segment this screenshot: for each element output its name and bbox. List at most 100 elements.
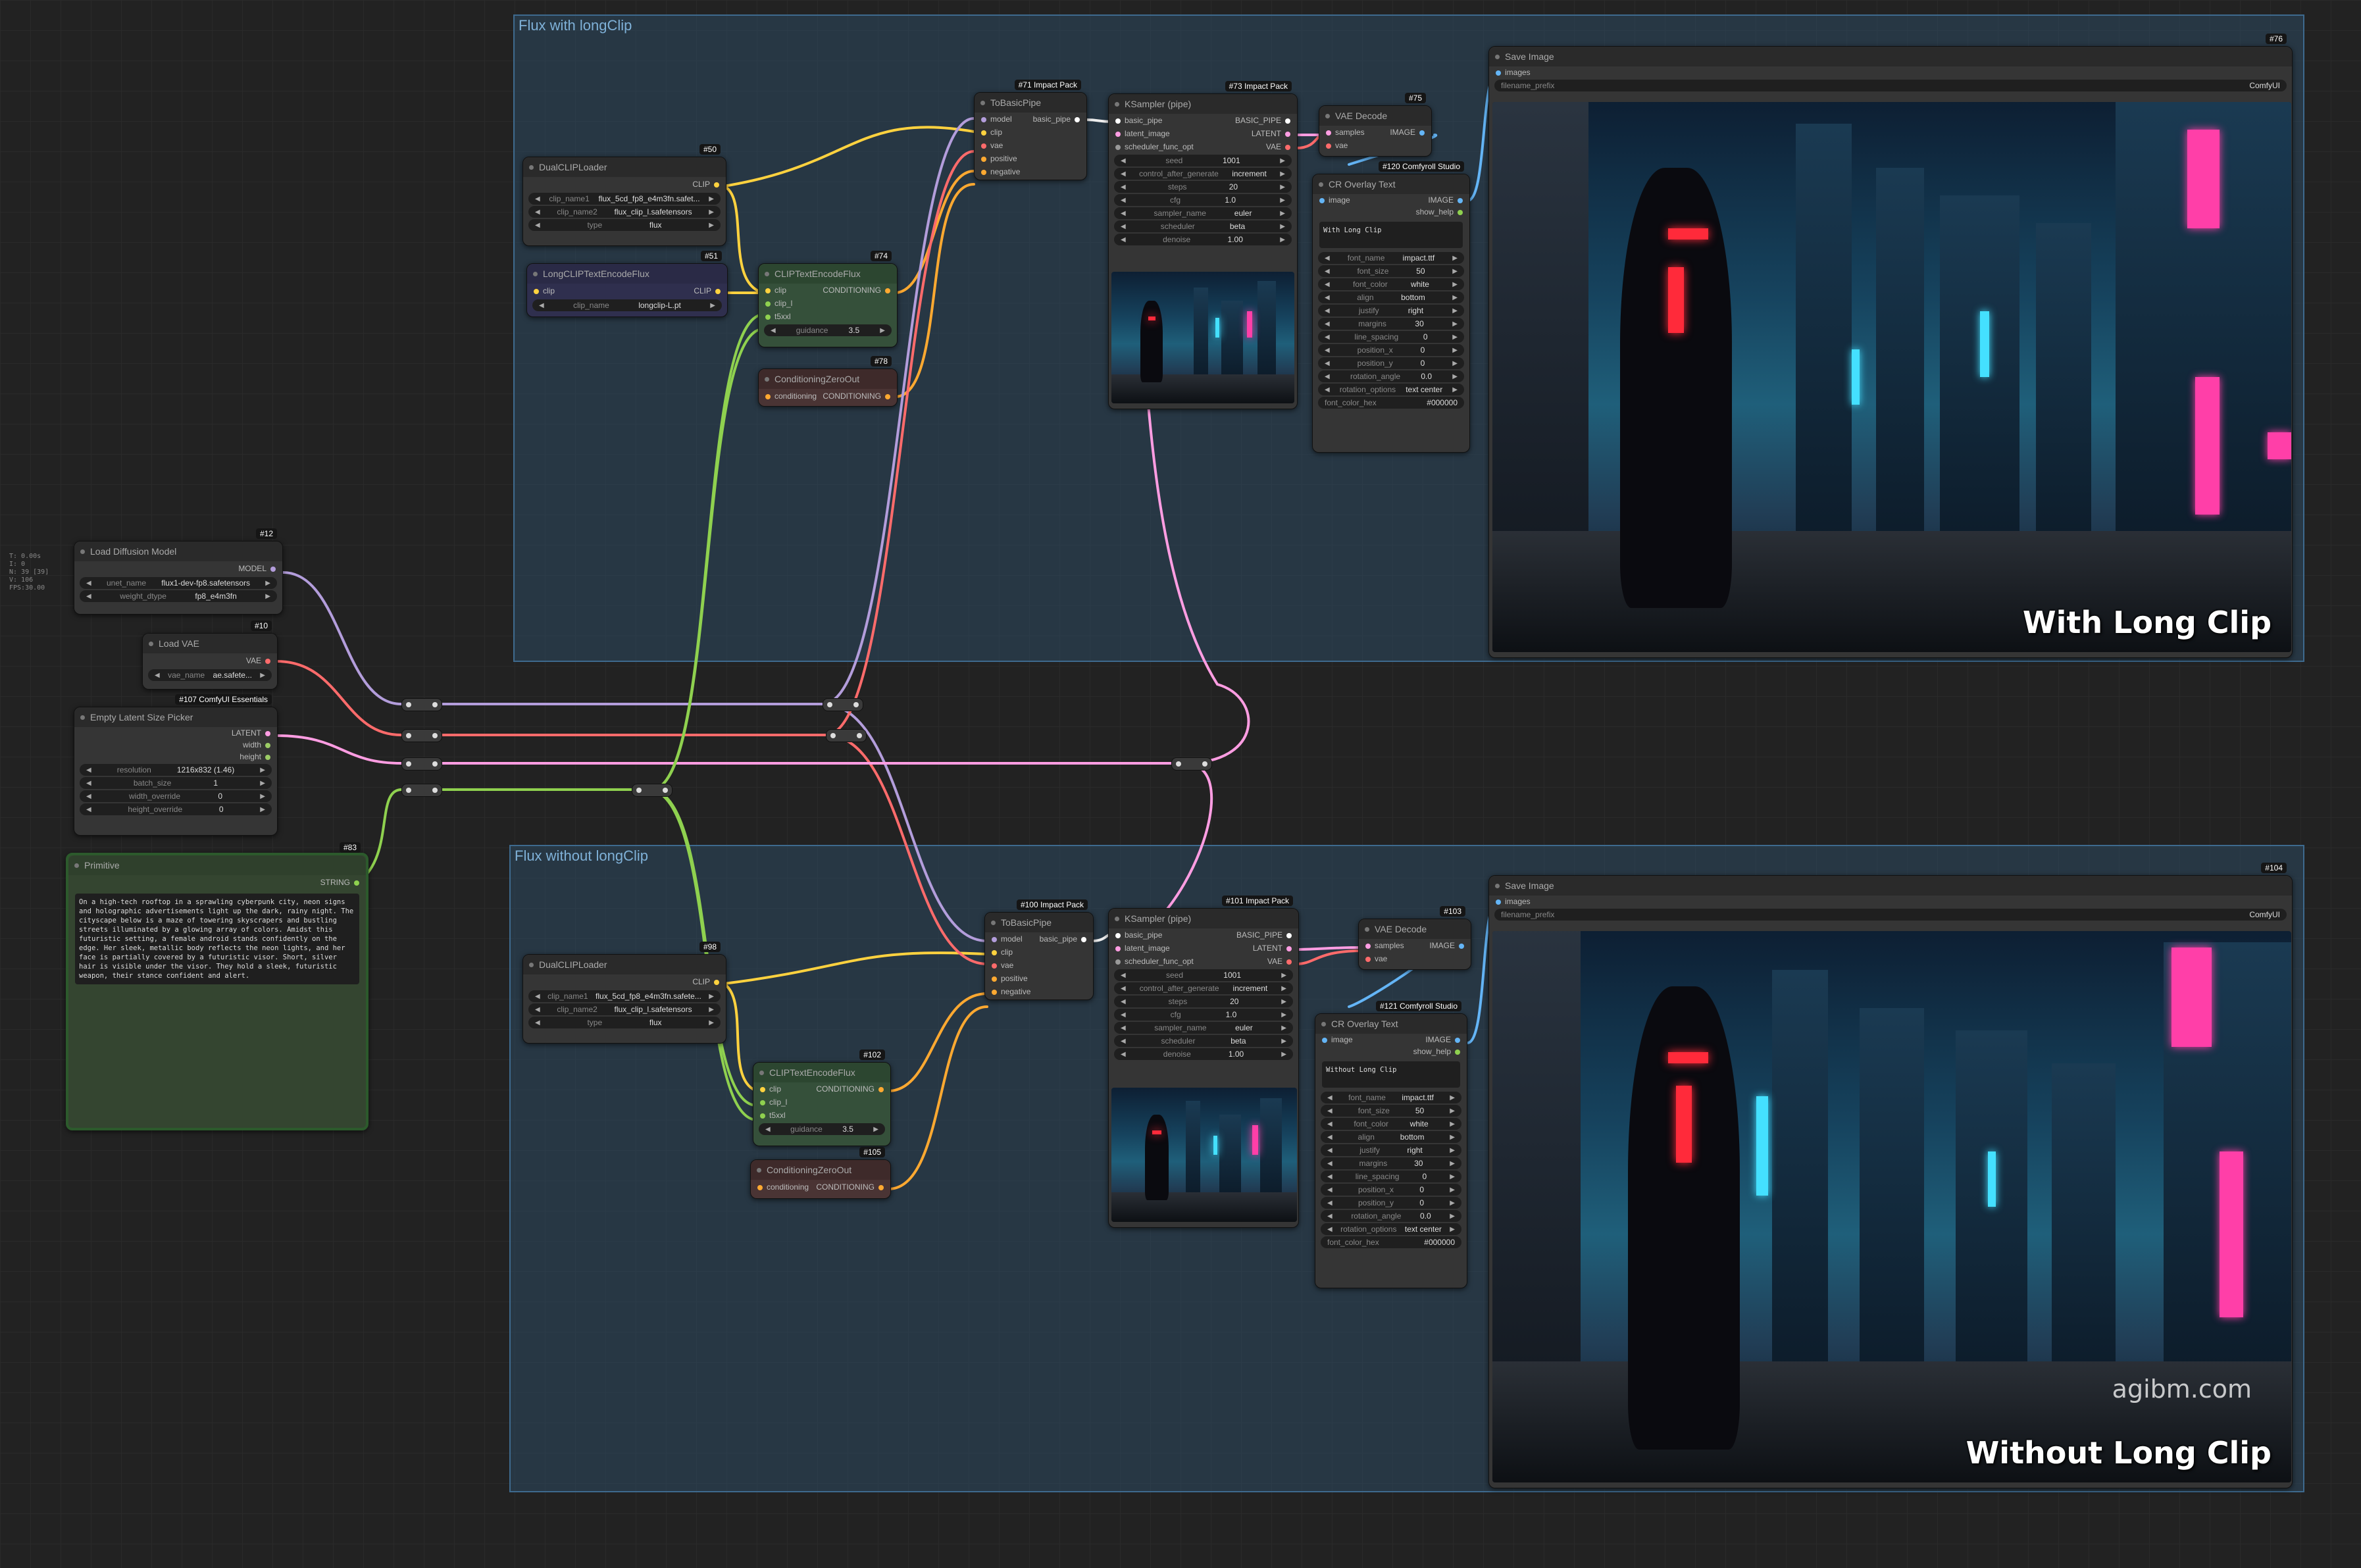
node-title[interactable]: KSampler (pipe) [1109, 909, 1298, 928]
node-load-diffusion-model[interactable]: #12 Load Diffusion Model MODEL ◀ unet_nam… [74, 528, 283, 615]
right-arrow-icon[interactable]: ▶ [1281, 1051, 1286, 1058]
node-cr-overlay-text[interactable]: #120 Comfyroll Studio CR Overlay Text im… [1312, 161, 1470, 453]
widget-clip-name1[interactable]: ◀ clip_name1 flux_5cd_fp8_e4m3fn.safete...… [528, 990, 721, 1002]
left-arrow-icon[interactable]: ◀ [86, 806, 91, 813]
widget-clip-name[interactable]: ◀ clip_name longclip-L.pt ▶ [532, 299, 722, 311]
widget-denoise[interactable]: ◀ denoise 1.00 ▶ [1114, 234, 1292, 245]
output-show-help[interactable]: show_help [1416, 207, 1463, 216]
right-arrow-icon[interactable]: ▶ [1452, 320, 1458, 328]
node-title[interactable]: DualCLIPLoader [523, 955, 726, 974]
node-dual-clip-loader[interactable]: #98 DualCLIPLoader CLIP ◀ clip_name1 flux_… [522, 942, 726, 1044]
input-vae[interactable]: vae [992, 961, 1013, 970]
widget-scheduler[interactable]: ◀ scheduler beta ▶ [1114, 1035, 1293, 1047]
left-arrow-icon[interactable]: ◀ [539, 302, 544, 309]
node-load-vae[interactable]: #10 Load VAE VAE ◀ vae_name ae.safete... ▶ [142, 620, 278, 690]
output-vae[interactable]: VAE [1267, 957, 1292, 966]
input-clip[interactable]: clip [765, 286, 786, 295]
right-arrow-icon[interactable]: ▶ [1450, 1160, 1455, 1167]
widget-font-size[interactable]: ◀ font_size 50 ▶ [1318, 265, 1464, 277]
input-vae[interactable]: vae [1326, 141, 1348, 150]
input-image[interactable]: image [1319, 195, 1350, 205]
left-arrow-icon[interactable]: ◀ [1327, 1147, 1333, 1154]
right-arrow-icon[interactable]: ▶ [1281, 972, 1286, 979]
right-arrow-icon[interactable]: ▶ [709, 222, 714, 229]
right-arrow-icon[interactable]: ▶ [709, 993, 714, 1000]
widget-control-after-generate[interactable]: ◀ control_after_generate increment ▶ [1114, 168, 1292, 180]
left-arrow-icon[interactable]: ◀ [535, 993, 540, 1000]
right-arrow-icon[interactable]: ▶ [260, 780, 265, 787]
node-vae-decode[interactable]: #103 VAE Decode samples IMAGE vae [1358, 906, 1471, 970]
reroute-node[interactable] [401, 698, 442, 711]
node-to-basic-pipe[interactable]: #71 Impact Pack ToBasicPipe model basic_p… [974, 80, 1087, 180]
input-positive[interactable]: positive [992, 974, 1028, 983]
widget-seed[interactable]: ◀ seed 1001 ▶ [1114, 155, 1292, 166]
widget-position-y[interactable]: ◀ position_y 0 ▶ [1318, 357, 1464, 369]
right-arrow-icon[interactable]: ▶ [1452, 334, 1458, 341]
node-title[interactable]: CR Overlay Text [1313, 174, 1469, 194]
left-arrow-icon[interactable]: ◀ [86, 793, 91, 800]
right-arrow-icon[interactable]: ▶ [1281, 1024, 1286, 1032]
left-arrow-icon[interactable]: ◀ [86, 780, 91, 787]
widget-rotation-angle[interactable]: ◀ rotation_angle 0.0 ▶ [1318, 370, 1464, 382]
reroute-node[interactable] [823, 698, 863, 711]
right-arrow-icon[interactable]: ▶ [1450, 1094, 1455, 1101]
node-longclip-text-encode-flux[interactable]: #51 LongCLIPTextEncodeFlux clip CLIP ◀ cli… [526, 251, 728, 317]
right-arrow-icon[interactable]: ▶ [873, 1126, 878, 1133]
widget-steps[interactable]: ◀ steps 20 ▶ [1114, 996, 1293, 1007]
left-arrow-icon[interactable]: ◀ [1121, 236, 1126, 243]
input-conditioning[interactable]: conditioning [757, 1182, 809, 1192]
output-clip[interactable]: CLIP [694, 286, 721, 295]
output-show-help[interactable]: show_help [1413, 1047, 1460, 1056]
left-arrow-icon[interactable]: ◀ [1121, 998, 1126, 1005]
widget-filename-prefix[interactable]: filename_prefix ComfyUI [1494, 909, 2287, 921]
input-scheduler-func-opt[interactable]: scheduler_func_opt [1115, 142, 1194, 151]
widget-unet-name[interactable]: ◀ unet_name flux1-dev-fp8.safetensors ▶ [80, 577, 277, 589]
node-primitive[interactable]: #83 Primitive STRING On a high-tech roof… [66, 842, 368, 1130]
left-arrow-icon[interactable]: ◀ [1327, 1094, 1333, 1101]
widget-sampler-name[interactable]: ◀ sampler_name euler ▶ [1114, 1022, 1293, 1034]
reroute-node[interactable] [401, 784, 442, 797]
widget-justify[interactable]: ◀ justify right ▶ [1318, 305, 1464, 316]
prompt-textarea[interactable]: On a high-tech rooftop in a sprawling cy… [75, 894, 359, 984]
right-arrow-icon[interactable]: ▶ [1450, 1173, 1455, 1180]
widget-clip-name2[interactable]: ◀ clip_name2 flux_clip_l.safetensors ▶ [528, 206, 721, 218]
widget-rotation-options[interactable]: ◀ rotation_options text center ▶ [1318, 384, 1464, 395]
widget-sampler-name[interactable]: ◀ sampler_name euler ▶ [1114, 207, 1292, 219]
node-title[interactable]: Save Image [1489, 876, 2292, 896]
right-arrow-icon[interactable]: ▶ [1452, 294, 1458, 301]
output-string[interactable]: STRING [320, 878, 359, 887]
output-latent[interactable]: LATENT [1253, 944, 1292, 953]
node-clip-text-encode-flux[interactable]: #74 CLIPTextEncodeFlux clip CONDITIONING … [758, 251, 898, 347]
input-images[interactable]: images [1496, 68, 1531, 77]
output-basic-pipe[interactable]: BASIC_PIPE [1236, 930, 1292, 940]
node-dual-clip-loader[interactable]: #50 DualCLIPLoader CLIP ◀ clip_name1 flux_… [522, 144, 726, 246]
node-title[interactable]: LongCLIPTextEncodeFlux [527, 264, 727, 284]
node-title[interactable]: Empty Latent Size Picker [74, 707, 277, 727]
right-arrow-icon[interactable]: ▶ [260, 767, 265, 774]
output-image[interactable]: IMAGE [1390, 128, 1425, 137]
right-arrow-icon[interactable]: ▶ [1281, 1038, 1286, 1045]
left-arrow-icon[interactable]: ◀ [1325, 360, 1330, 367]
input-model[interactable]: model [981, 114, 1012, 124]
right-arrow-icon[interactable]: ▶ [1281, 1011, 1286, 1019]
input-latent-image[interactable]: latent_image [1115, 129, 1170, 138]
widget-weight-dtype[interactable]: ◀ weight_dtype fp8_e4m3fn ▶ [80, 590, 277, 602]
right-arrow-icon[interactable]: ▶ [1450, 1226, 1455, 1233]
output-basic-pipe[interactable]: basic_pipe [1040, 934, 1086, 944]
widget-position-x[interactable]: ◀ position_x 0 ▶ [1318, 344, 1464, 356]
right-arrow-icon[interactable]: ▶ [265, 580, 270, 587]
right-arrow-icon[interactable]: ▶ [709, 1019, 714, 1026]
output-conditioning[interactable]: CONDITIONING [823, 392, 890, 401]
node-empty-latent-size-picker[interactable]: #107 ComfyUI Essentials Empty Latent Siz… [74, 694, 278, 836]
node-vae-decode[interactable]: #75 VAE Decode samples IMAGE vae [1319, 93, 1432, 157]
widget-font-size[interactable]: ◀ font_size 50 ▶ [1321, 1105, 1461, 1117]
output-vae[interactable]: VAE [1266, 142, 1290, 151]
input-clip-l[interactable]: clip_l [760, 1098, 787, 1107]
node-title[interactable]: CLIPTextEncodeFlux [759, 264, 897, 284]
left-arrow-icon[interactable]: ◀ [1327, 1173, 1333, 1180]
output-clip[interactable]: CLIP [692, 977, 719, 986]
left-arrow-icon[interactable]: ◀ [1325, 334, 1330, 341]
node-title[interactable]: KSampler (pipe) [1109, 94, 1297, 114]
right-arrow-icon[interactable]: ▶ [1450, 1186, 1455, 1194]
left-arrow-icon[interactable]: ◀ [1121, 170, 1126, 178]
